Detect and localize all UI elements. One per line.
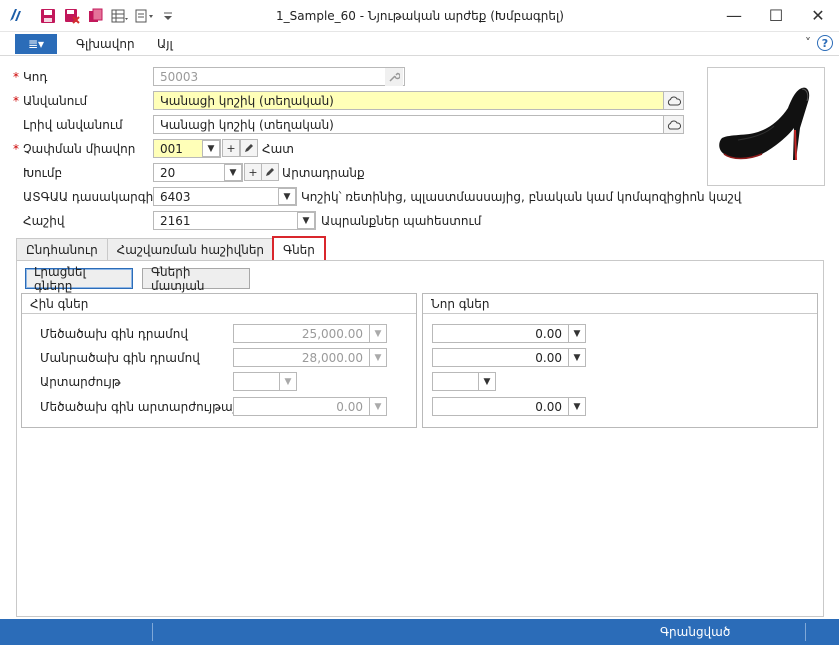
- chevron-down-icon: ▼: [369, 348, 387, 367]
- chevron-down-icon: ▼: [279, 372, 297, 391]
- tab-strip: Ընդհանուր Հաշվառման հաշիվներ Գներ: [16, 236, 326, 262]
- fill-prices-button[interactable]: Լրացնել գները: [25, 265, 133, 293]
- group-add-icon[interactable]: +: [244, 163, 262, 181]
- account-dropdown-icon[interactable]: ▼: [297, 212, 315, 229]
- full-name-input[interactable]: Կանացի կոշիկ (տեղական): [153, 115, 684, 134]
- tab-accounts[interactable]: Հաշվառման հաշիվներ: [106, 238, 275, 260]
- tab-general[interactable]: Ընդհանուր: [16, 238, 108, 260]
- group-edit-icon[interactable]: [261, 163, 279, 181]
- shoe-image: [719, 87, 810, 161]
- ribbon-tab-other[interactable]: Այլ: [157, 37, 173, 51]
- unit-description: Հատ: [262, 142, 294, 156]
- product-photo[interactable]: [707, 67, 825, 186]
- help-icon[interactable]: ?: [817, 35, 833, 51]
- new-wholesale-currency-input[interactable]: 0.00: [432, 397, 569, 416]
- account-description: Ապրանքներ պահեստում: [321, 214, 482, 228]
- group-label: Խումբ: [23, 166, 63, 180]
- price-history-button[interactable]: Գների մատյան: [142, 265, 250, 293]
- full-name-label: Լրիվ անվանում: [23, 118, 123, 132]
- app-logo-icon[interactable]: [6, 6, 24, 24]
- old-wholesale-amd-field: 25,000.00: [233, 324, 370, 343]
- cloud-icon[interactable]: [663, 115, 684, 134]
- print-icon[interactable]: [134, 6, 154, 26]
- wrench-icon: [385, 68, 403, 86]
- old-wholesale-amd-label: Մեծածախ գին դրամով: [40, 327, 188, 341]
- chevron-down-icon[interactable]: ▼: [478, 372, 496, 391]
- account-label: Հաշիվ: [23, 214, 65, 228]
- ribbon-tab-main[interactable]: Գլխավոր: [76, 37, 135, 51]
- save-close-icon[interactable]: [62, 6, 82, 26]
- classifier-dropdown-icon[interactable]: ▼: [278, 188, 296, 205]
- tab-prices[interactable]: Գներ: [272, 236, 326, 262]
- old-currency-label: Արտարժույթ: [40, 375, 121, 389]
- minimize-button[interactable]: —: [713, 0, 755, 30]
- new-retail-amd-input[interactable]: 0.00: [432, 348, 569, 367]
- collapse-ribbon-icon[interactable]: ˅: [805, 36, 811, 50]
- ribbon: ≣▾ Գլխավոր Այլ ˅ ?: [0, 32, 839, 56]
- chevron-down-icon[interactable]: ▼: [568, 324, 586, 343]
- code-label: * Կոդ: [13, 70, 48, 84]
- unit-dropdown-icon[interactable]: ▼: [202, 140, 220, 157]
- title-bar: 1_Sample_60 - Նյութական արժեք (Խմբագրել)…: [0, 0, 839, 32]
- classifier-input[interactable]: 6403: [153, 187, 297, 206]
- customize-icon[interactable]: [158, 6, 178, 26]
- copy-icon[interactable]: [86, 6, 106, 26]
- classifier-description: Կոշիկ՝ ռետինից, պլաստմասսայից, բնական կա…: [301, 190, 742, 204]
- window-title: 1_Sample_60 - Նյութական արժեք (Խմբագրել): [276, 9, 564, 23]
- new-wholesale-amd-input[interactable]: 0.00: [432, 324, 569, 343]
- file-menu-button[interactable]: ≣▾: [15, 34, 57, 54]
- old-wholesale-currency-field: 0.00: [233, 397, 370, 416]
- chevron-down-icon[interactable]: ▼: [568, 348, 586, 367]
- window-controls: — ☐ ✕: [713, 0, 839, 30]
- chevron-down-icon: ▼: [369, 397, 387, 416]
- required-marker: *: [13, 142, 19, 156]
- unit-label: * Չափման միավոր: [13, 142, 136, 156]
- new-currency-select[interactable]: [432, 372, 479, 391]
- quick-access-toolbar: [38, 6, 178, 26]
- table-view-icon[interactable]: [110, 6, 130, 26]
- close-button[interactable]: ✕: [797, 0, 839, 30]
- account-input[interactable]: 2161: [153, 211, 316, 230]
- old-prices-title: Հին գներ: [30, 297, 89, 311]
- required-marker: *: [13, 70, 19, 84]
- cloud-icon[interactable]: [663, 91, 684, 110]
- unit-edit-icon[interactable]: [240, 139, 258, 157]
- unit-add-icon[interactable]: +: [222, 139, 240, 157]
- name-input[interactable]: Կանացի կոշիկ (տեղական): [153, 91, 684, 110]
- name-label: * Անվանում: [13, 94, 88, 108]
- required-marker: *: [13, 94, 19, 108]
- old-wholesale-currency-label: Մեծածախ գին արտարժույթային: [40, 400, 252, 414]
- classifier-label: ԱՏԳԱԱ դասակարգիչ: [23, 190, 159, 204]
- old-retail-amd-field: 28,000.00: [233, 348, 370, 367]
- chevron-down-icon[interactable]: ▼: [568, 397, 586, 416]
- maximize-button[interactable]: ☐: [755, 0, 797, 30]
- group-description: Արտադրանք: [282, 166, 365, 180]
- group-dropdown-icon[interactable]: ▼: [224, 164, 242, 181]
- status-bar: Գրանցված: [0, 619, 839, 645]
- old-retail-amd-label: Մանրածախ գին դրամով: [40, 351, 200, 365]
- new-prices-title: Նոր գներ: [431, 297, 490, 311]
- code-field: 50003: [153, 67, 405, 86]
- save-icon[interactable]: [38, 6, 58, 26]
- chevron-down-icon: ▼: [369, 324, 387, 343]
- old-currency-field: [233, 372, 280, 391]
- status-text: Գրանցված: [660, 625, 731, 639]
